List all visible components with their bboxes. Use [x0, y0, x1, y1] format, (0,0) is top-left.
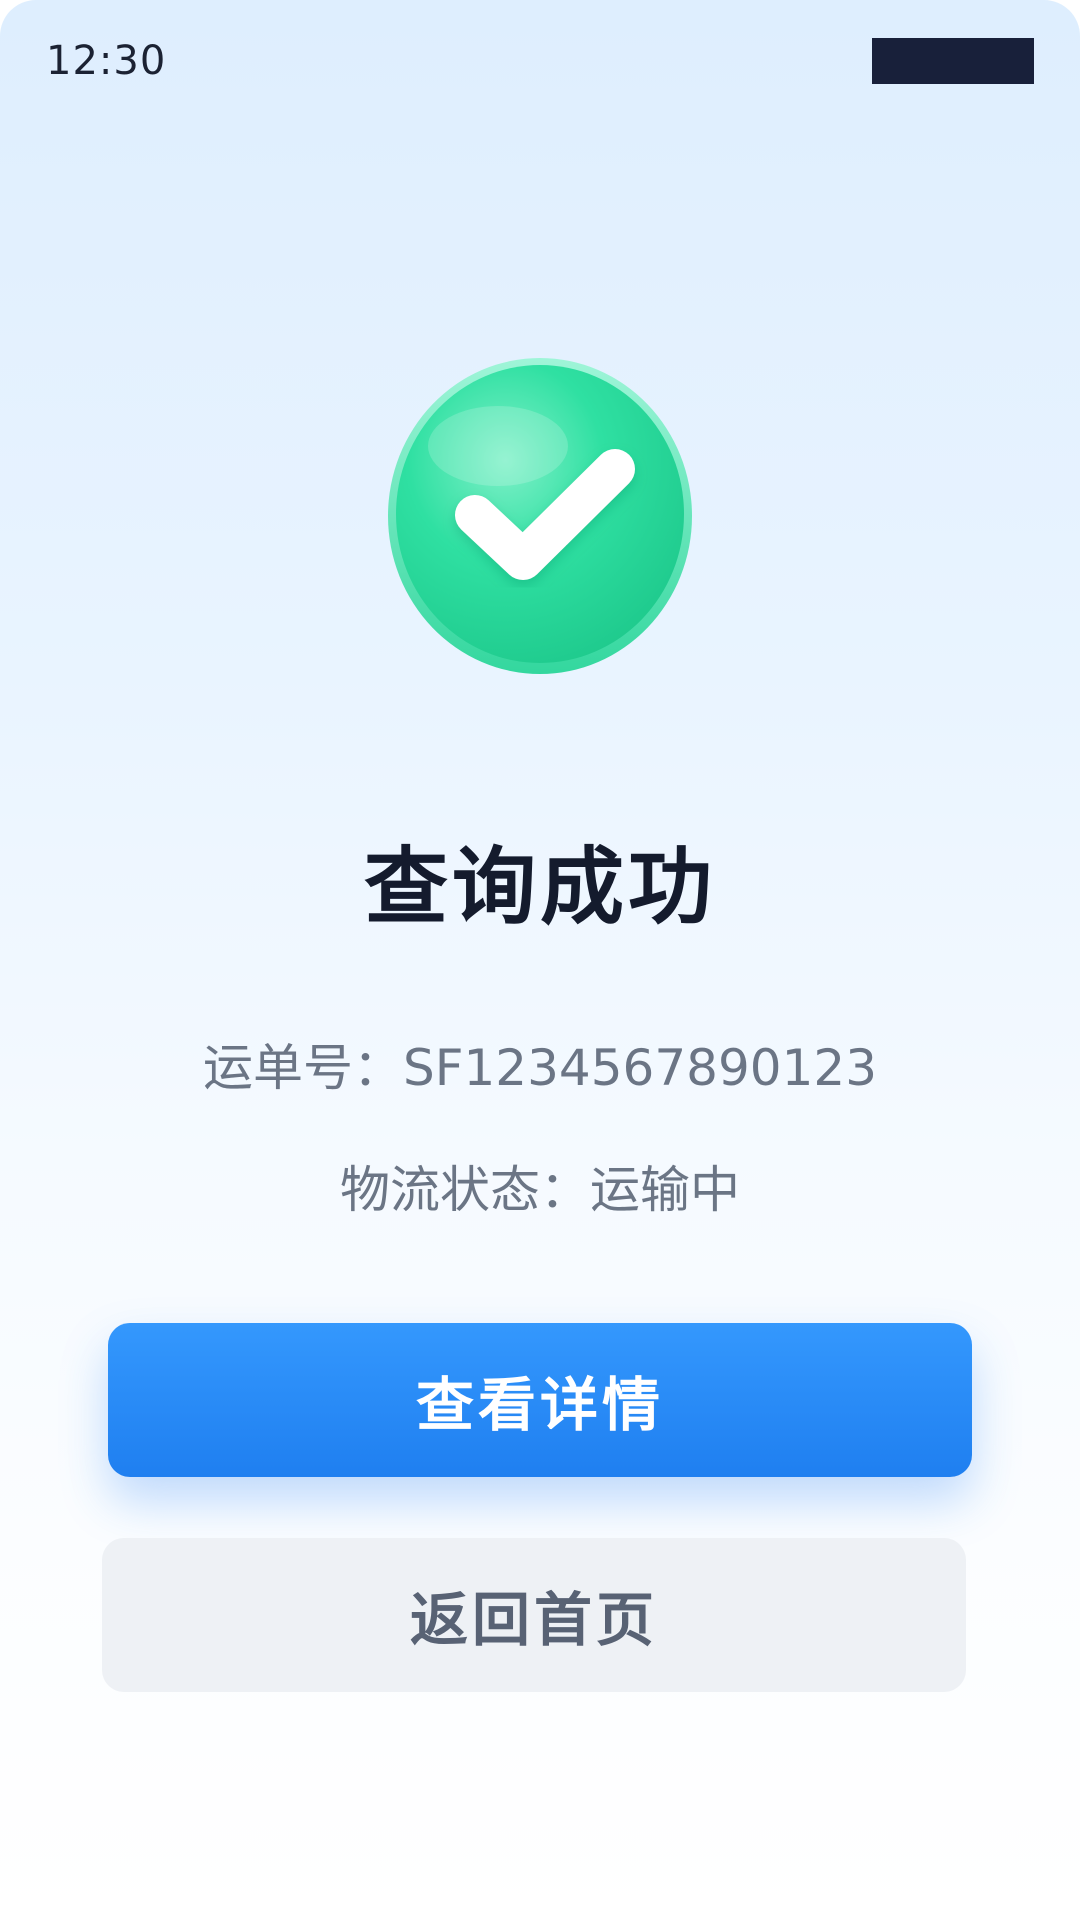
status-bar-indicator — [872, 38, 1034, 84]
screen: 12:30 查询成功 运单号：SF1234567890123 物流状态：运输中 … — [0, 0, 1080, 1920]
check-circle-icon — [388, 358, 692, 674]
waybill-number: 运单号：SF1234567890123 — [202, 1039, 878, 1097]
page-title: 查询成功 — [363, 838, 716, 936]
back-home-button[interactable]: 返回首页 — [102, 1538, 966, 1692]
logistics-status: 物流状态：运输中 — [340, 1161, 740, 1219]
view-details-button[interactable]: 查看详情 — [108, 1323, 972, 1477]
status-bar-time: 12:30 — [46, 38, 167, 84]
